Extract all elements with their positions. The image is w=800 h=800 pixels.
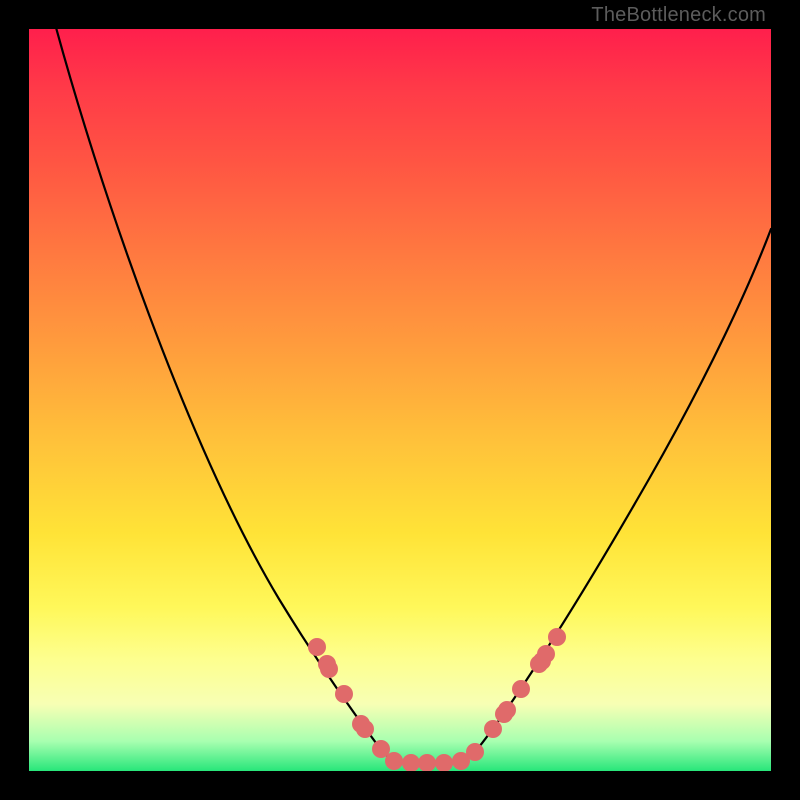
curve-marker xyxy=(308,638,326,656)
bottleneck-curve xyxy=(51,29,771,764)
curve-marker xyxy=(435,754,453,771)
curve-marker xyxy=(385,752,403,770)
watermark-text: TheBottleneck.com xyxy=(591,4,766,27)
curve-marker xyxy=(356,720,374,738)
curve-marker xyxy=(320,660,338,678)
curve-marker xyxy=(418,754,436,771)
curve-marker xyxy=(548,628,566,646)
chart-svg xyxy=(29,29,771,771)
curve-marker xyxy=(335,685,353,703)
curve-marker xyxy=(484,720,502,738)
curve-marker xyxy=(512,680,530,698)
curve-marker xyxy=(498,701,516,719)
curve-marker xyxy=(402,754,420,771)
chart-plot-area xyxy=(29,29,771,771)
curve-marker xyxy=(466,743,484,761)
curve-markers-group xyxy=(308,628,566,771)
curve-marker xyxy=(537,645,555,663)
